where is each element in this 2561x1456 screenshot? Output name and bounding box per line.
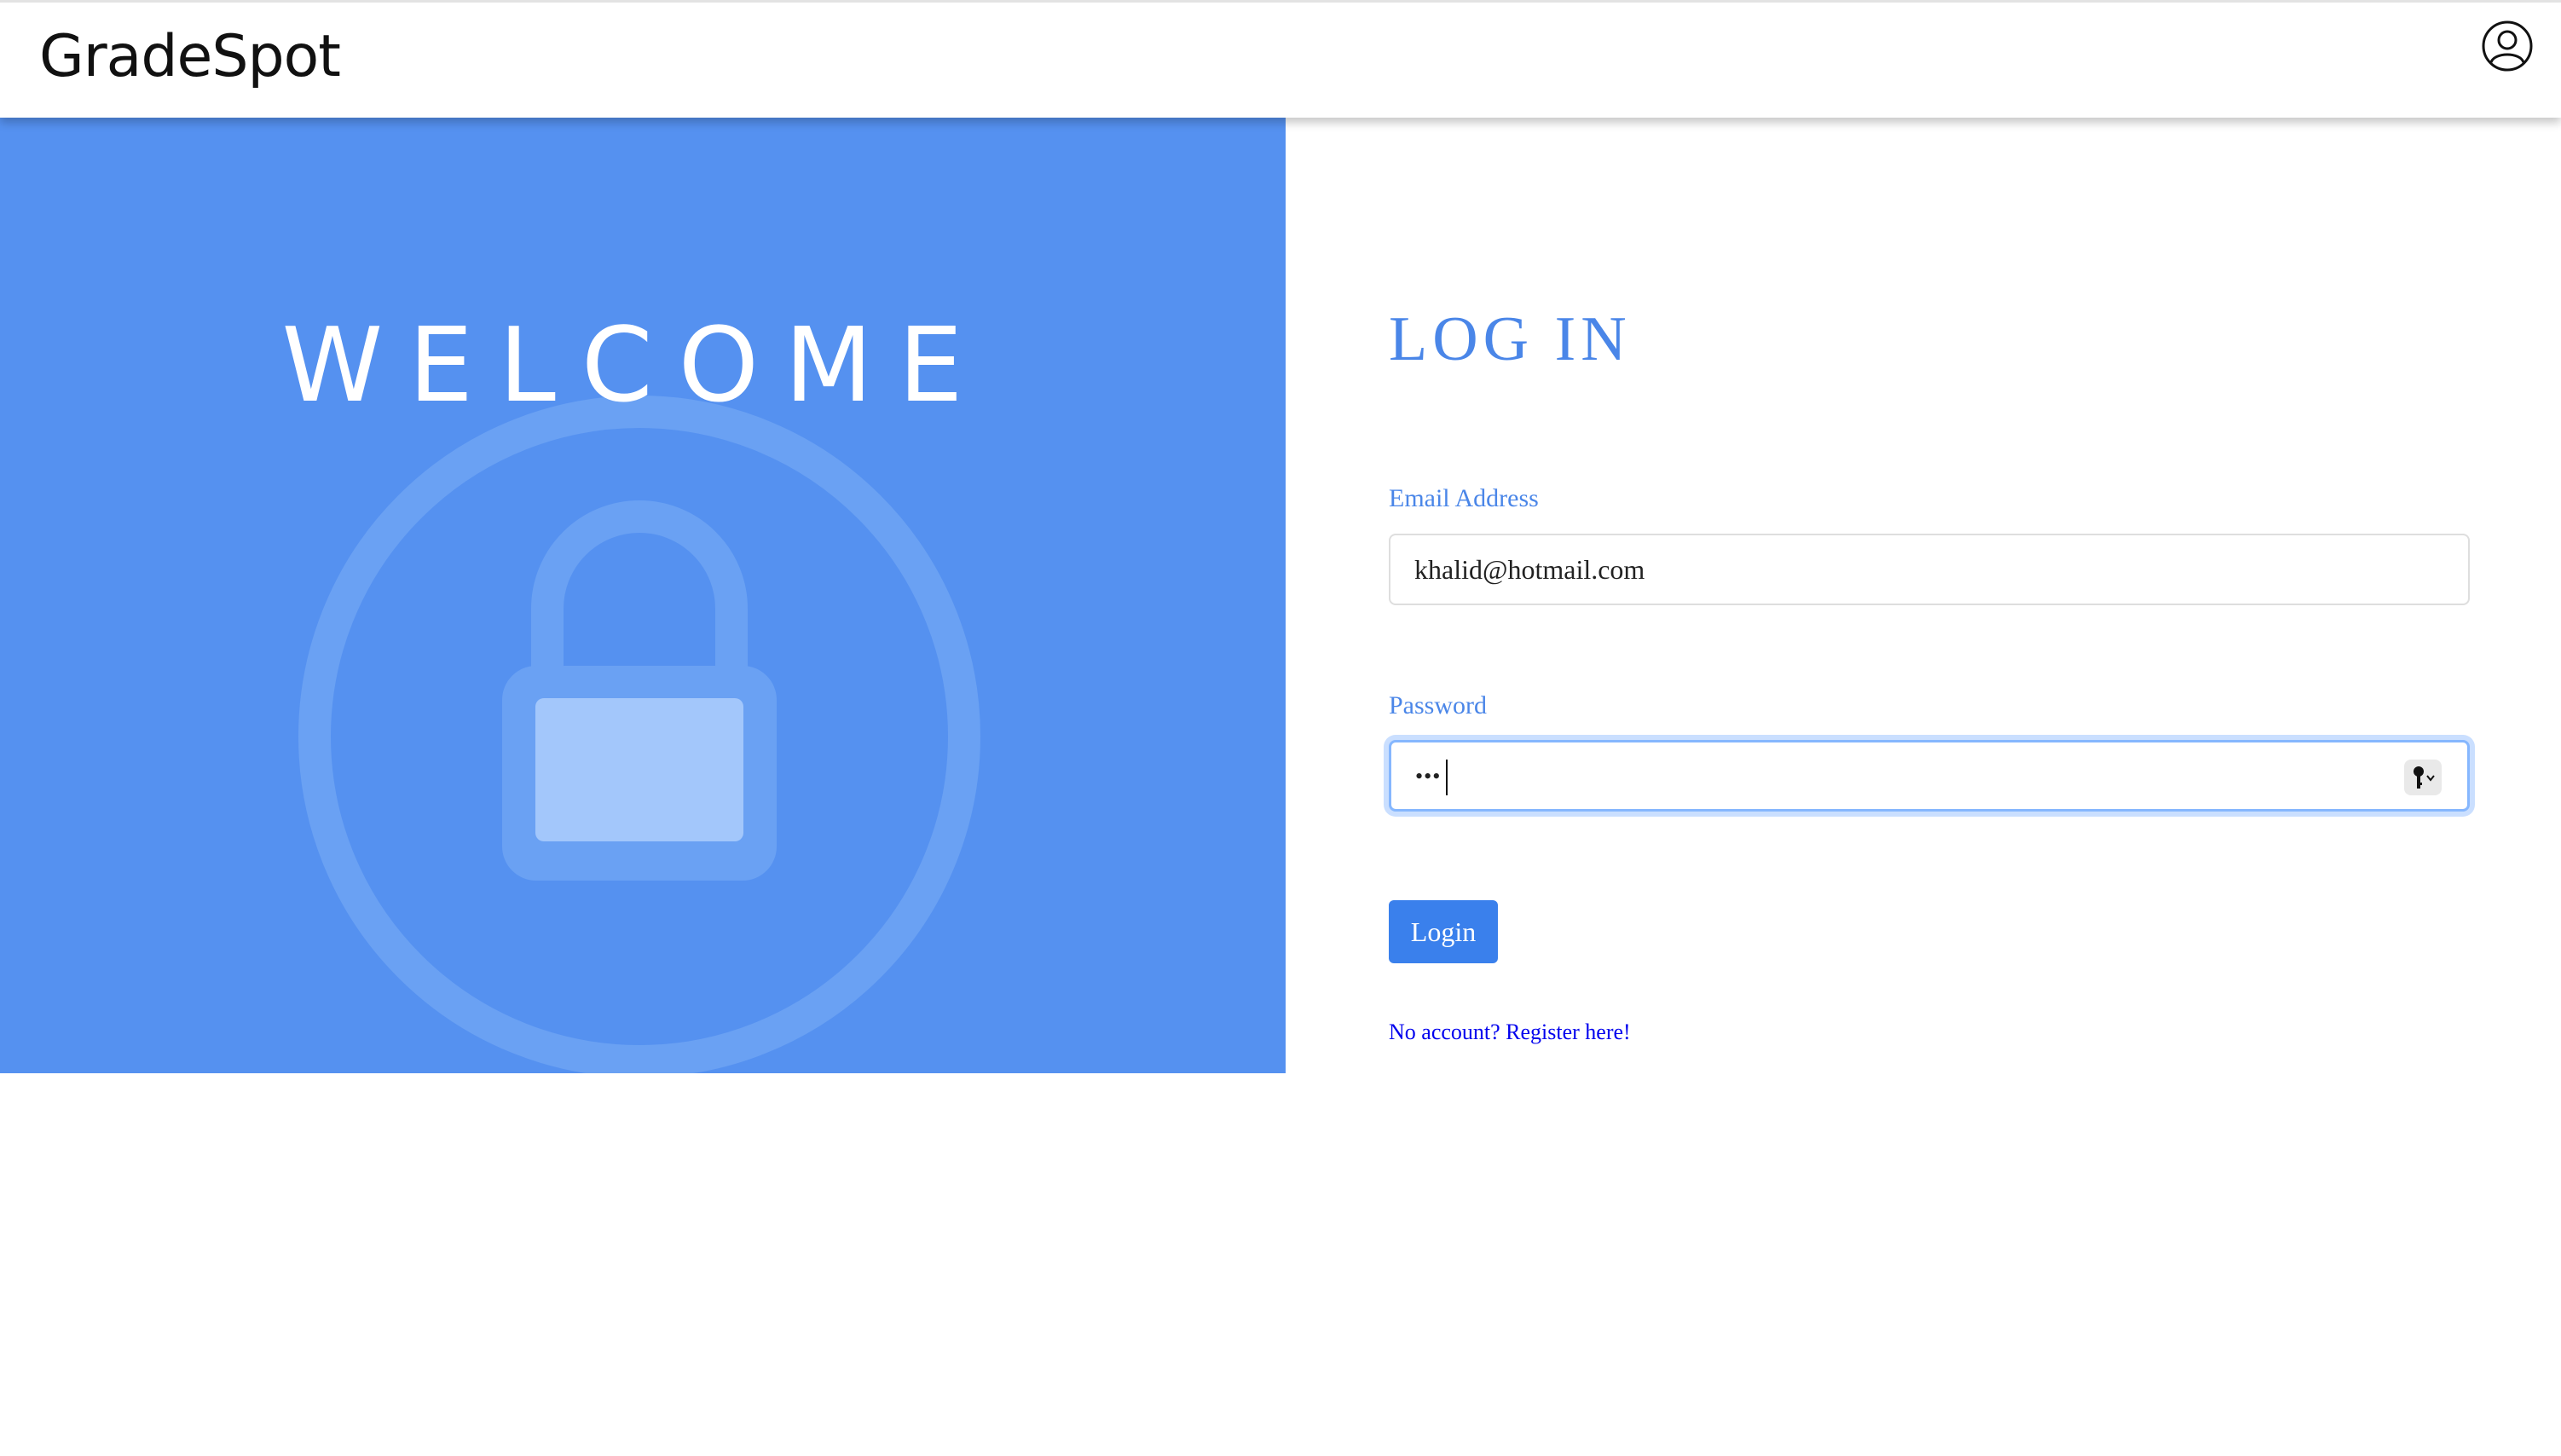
password-label: Password [1389, 691, 1488, 719]
top-navbar: GradeSpot [0, 0, 2561, 118]
password-masked-value: ••• [1415, 764, 1442, 789]
login-panel: LOG IN Email Address khalid@hotmail.com … [1286, 118, 2561, 1456]
login-title: LOG IN [1389, 304, 1632, 374]
email-field[interactable]: khalid@hotmail.com [1389, 534, 2470, 605]
welcome-panel: WELCOME [0, 118, 1286, 1073]
user-circle-icon[interactable] [2481, 20, 2534, 72]
password-field[interactable]: ••• [1389, 740, 2470, 812]
text-caret [1446, 760, 1448, 795]
brand-logo[interactable]: GradeSpot [39, 23, 341, 90]
email-label: Email Address [1389, 484, 1539, 512]
register-link[interactable]: No account? Register here! [1389, 1020, 1631, 1045]
login-button[interactable]: Login [1389, 900, 1498, 963]
welcome-heading: WELCOME [281, 307, 989, 425]
lock-icon [298, 396, 980, 1073]
key-icon[interactable] [2404, 760, 2442, 795]
